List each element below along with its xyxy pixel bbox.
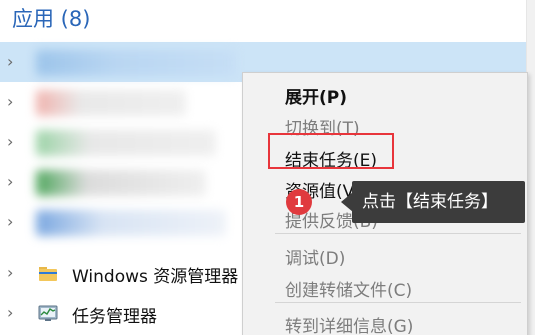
process-name: 任务管理器 — [72, 307, 157, 327]
chevron-right-icon[interactable]: › — [7, 134, 19, 150]
menu-item-create-dump[interactable]: 创建转储文件(C) — [285, 276, 412, 301]
blurred-process-name — [36, 170, 206, 196]
instruction-tooltip: 点击【结束任务】 — [352, 181, 525, 223]
chevron-right-icon[interactable]: › — [7, 174, 19, 190]
step-badge: 1 — [286, 189, 312, 215]
blurred-process-name — [36, 130, 216, 156]
process-name: Windows 资源管理器 — [72, 267, 239, 287]
apps-group-header[interactable]: 应用 (8) — [12, 2, 90, 36]
menu-item-expand[interactable]: 展开(P) — [285, 83, 347, 108]
blurred-process-name — [36, 50, 236, 76]
chevron-right-icon[interactable]: › — [7, 94, 19, 110]
menu-item-go-to-details[interactable]: 转到详细信息(G) — [285, 312, 413, 335]
menu-separator — [275, 302, 521, 303]
menu-separator — [275, 233, 521, 234]
blurred-process-name — [36, 210, 226, 236]
chevron-right-icon[interactable]: › — [7, 214, 19, 230]
menu-item-debug[interactable]: 调试(D) — [285, 244, 345, 269]
chevron-right-icon[interactable]: › — [7, 305, 19, 321]
chevron-right-icon[interactable]: › — [7, 265, 19, 281]
folder-icon — [38, 263, 58, 283]
chevron-right-icon[interactable]: › — [7, 54, 19, 70]
blurred-process-name — [36, 90, 186, 116]
task-manager-window: 应用 (8) › › › › › › Windows 资源管理器 › 任务管理器… — [0, 0, 535, 335]
task-manager-icon — [38, 303, 58, 323]
end-task-highlight — [268, 133, 394, 169]
